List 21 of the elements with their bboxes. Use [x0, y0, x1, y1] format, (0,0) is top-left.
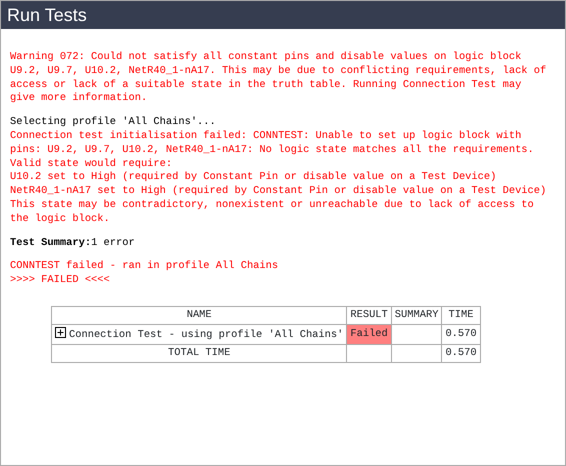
column-header: NAME [52, 306, 347, 324]
result-cell: Failed [346, 324, 392, 344]
error-message: NetR40_1-nA17 set to High (required by Constant Pin or disable value on a Test Device) [10, 185, 548, 199]
error-message: This state may be contradictory, nonexistent or unreachable due to lack of access to the logic block. [10, 198, 535, 227]
window-title: Run Tests [1, 1, 565, 29]
column-header: RESULT [346, 306, 392, 324]
error-message: U10.2 set to High (required by Constant Pin or disable value on a Test Device) [10, 171, 498, 186]
log-message: Test Summary:1 error [10, 236, 136, 250]
expand-icon[interactable] [55, 326, 66, 338]
total-time: 0.570 [442, 344, 480, 362]
error-message: Warning 072: Could not satisfy all constant pins and disable values on logic block U9.2, U9.7, U10.2, NetR40_1-nA17. This may be due to conflicting requirements, lack of access or lack of a suitable state in the truth table. Running Connection Test may give more information. [10, 51, 548, 106]
column-header: TIME [442, 306, 480, 324]
column-header: SUMMARY [391, 306, 442, 324]
total-label: TOTAL TIME [52, 344, 347, 362]
error-message: >>>> FAILED <<<< [10, 274, 111, 288]
error-message: Valid state would require: [10, 158, 174, 172]
time-cell: 0.570 [442, 324, 480, 344]
log-message: Selecting profile 'All Chains'... [10, 116, 217, 130]
error-message: CONNTEST failed - ran in profile All Chains [10, 260, 280, 274]
error-message: Connection test initialisation failed: CONNTEST: Unable to set up logic block with pins: U9.2, U9.7, U10.2, NetR40_1-nA17: No logic state matches all the requirements. [10, 130, 535, 158]
test-name: Connection Test - using profile 'All Chains' [69, 328, 344, 341]
